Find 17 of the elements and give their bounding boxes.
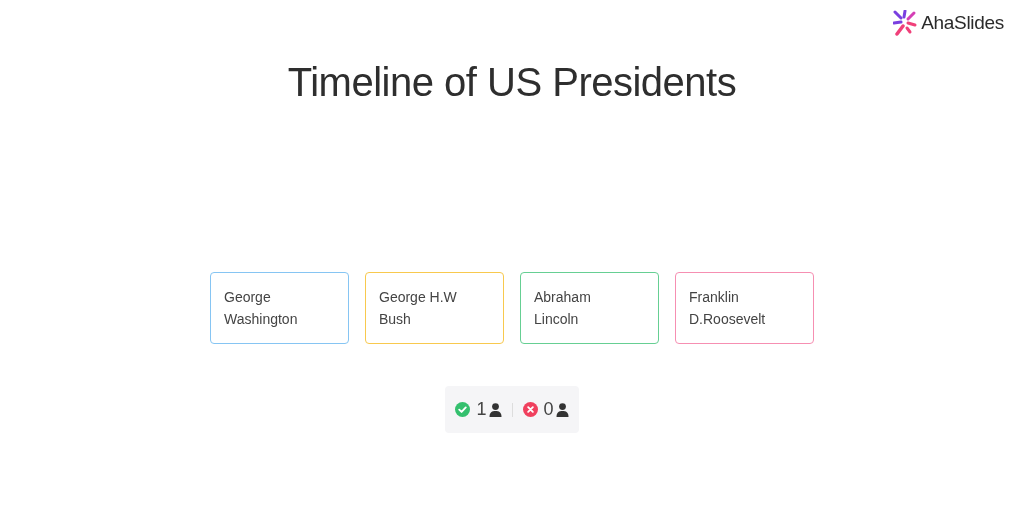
card-label: Franklin D.Roosevelt bbox=[689, 288, 767, 329]
card-label: George Washington bbox=[224, 288, 299, 329]
slide-title: Timeline of US Presidents bbox=[287, 59, 737, 106]
answer-card[interactable]: Franklin D.Roosevelt bbox=[675, 272, 814, 344]
answer-card[interactable]: George H.W Bush bbox=[365, 272, 504, 344]
answer-card[interactable]: George Washington bbox=[210, 272, 349, 344]
logo-text: AhaSlides bbox=[921, 11, 1004, 35]
result-count: 0 bbox=[543, 398, 554, 421]
logo-icon bbox=[893, 10, 918, 37]
person-icon bbox=[555, 402, 569, 417]
card-label: George H.W Bush bbox=[379, 288, 458, 329]
result-count: 1 bbox=[476, 398, 487, 421]
cross-icon bbox=[522, 402, 538, 417]
person-icon bbox=[488, 402, 502, 417]
check-icon bbox=[455, 402, 471, 417]
card-label: Abraham Lincoln bbox=[534, 288, 592, 329]
answer-card[interactable]: Abraham Lincoln bbox=[520, 272, 659, 344]
